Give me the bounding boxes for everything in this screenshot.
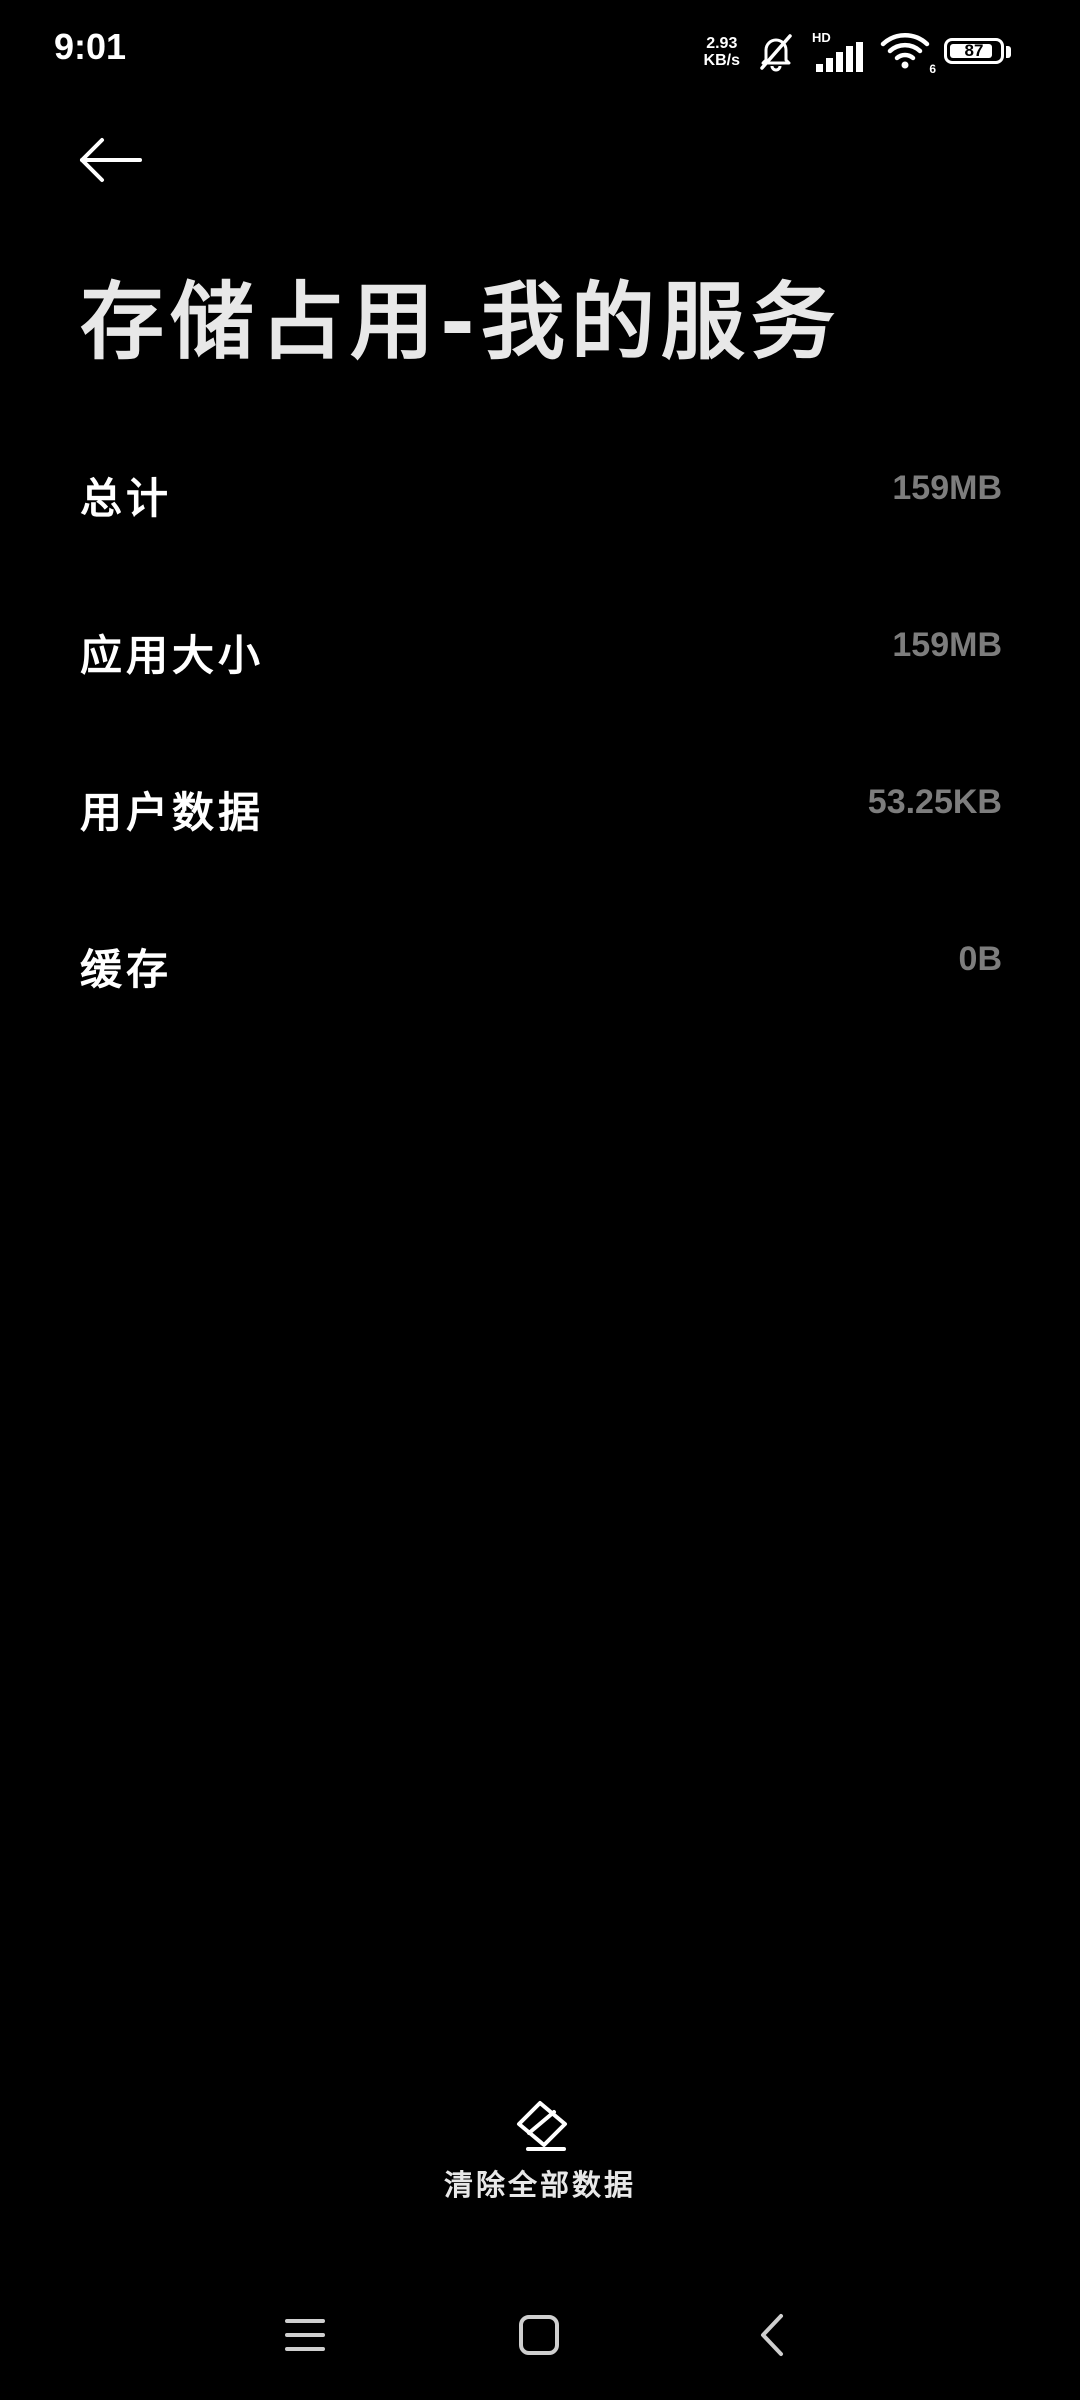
battery-icon: 87 [944,34,1014,70]
navigation-bar [0,2290,1080,2380]
clear-all-data-label: 清除全部数据 [443,2168,636,2202]
page-title: 存储占用-我的服务 [80,273,841,371]
storage-label: 缓存 [80,945,173,994]
status-icons: 2.93 KB/s HD 6 87 [704,28,1014,76]
storage-list: 总计 159MB 应用大小 159MB 用户数据 53.25KB 缓存 0B [80,435,1002,1063]
storage-row-user-data: 用户数据 53.25KB [80,749,1002,906]
storage-label: 用户数据 [80,788,265,837]
muted-bell-icon [760,34,792,72]
storage-value: 159MB [892,469,1002,507]
back-icon [761,2314,783,2356]
status-time: 9:01 [54,26,127,67]
wifi-badge: 6 [929,62,936,76]
network-speed: 2.93 KB/s [704,35,740,69]
eraser-icon [517,2101,567,2151]
clear-all-data-button[interactable]: 清除全部数据 [420,2100,660,2230]
storage-label: 应用大小 [80,631,265,680]
storage-value: 159MB [892,626,1002,664]
storage-row-cache: 缓存 0B [80,906,1002,1063]
wifi-icon: 6 [880,30,936,76]
network-speed-unit: KB/s [703,52,740,69]
nav-back-button[interactable] [738,2300,808,2370]
storage-row-app-size: 应用大小 159MB [80,592,1002,749]
storage-value: 0B [958,940,1002,978]
storage-row-total: 总计 159MB [80,435,1002,592]
signal-icon: HD [812,30,866,74]
menu-icon [285,2319,325,2351]
battery-level: 87 [964,41,984,60]
network-speed-value: 2.93 [706,35,738,52]
back-button[interactable] [70,120,150,200]
recent-apps-button[interactable] [270,2300,340,2370]
home-button[interactable] [504,2300,574,2370]
status-bar: 9:01 2.93 KB/s HD 6 87 [0,0,1080,100]
storage-value: 53.25KB [867,783,1002,821]
home-icon [519,2315,559,2355]
storage-label: 总计 [80,474,173,523]
arrow-left-icon [80,138,142,182]
